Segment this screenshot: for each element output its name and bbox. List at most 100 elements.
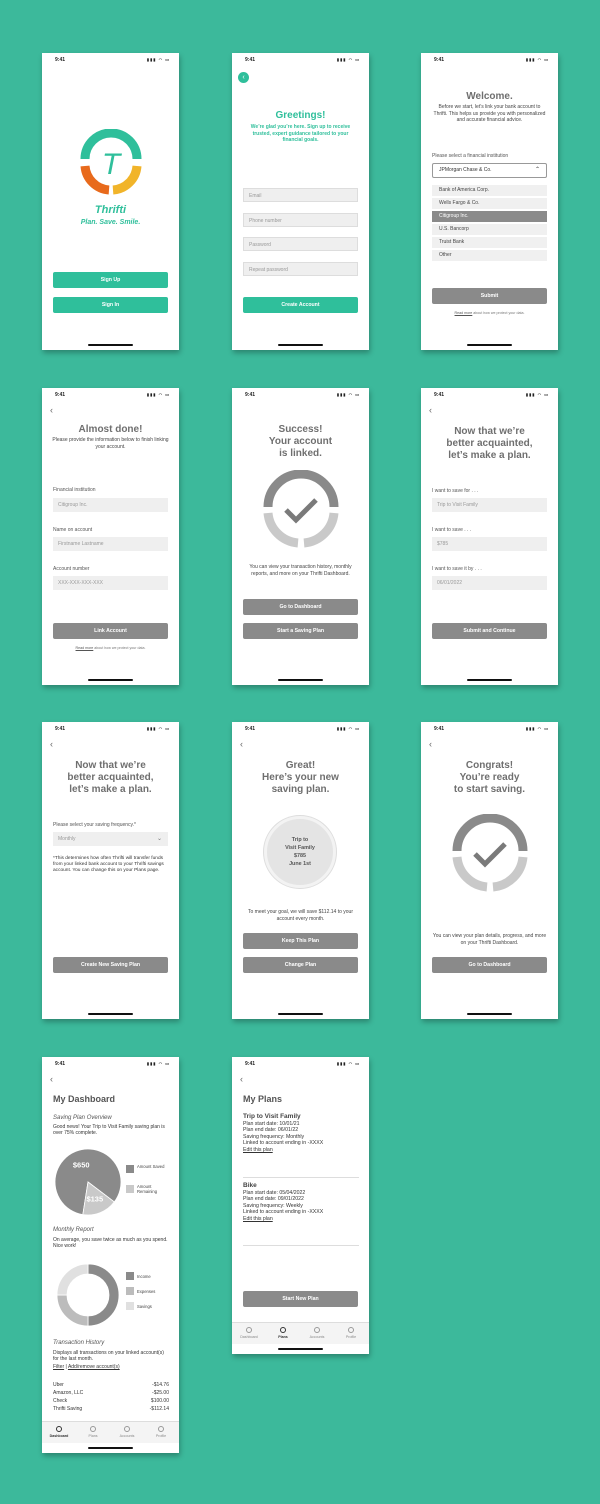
frequency-select[interactable]: Monthly ⌄ xyxy=(53,832,168,846)
institution-option[interactable]: Wells Fargo & Co. xyxy=(432,198,547,209)
back-circle-icon[interactable]: ‹ xyxy=(238,72,249,83)
password-field[interactable]: Password xyxy=(243,237,358,251)
edit-plan-link[interactable]: Edit this plan xyxy=(243,1147,273,1153)
legend-swatch-savings xyxy=(126,1302,134,1310)
legend-swatch-saved xyxy=(126,1165,134,1173)
pie-label: $135 xyxy=(86,1194,103,1203)
create-saving-plan-button[interactable]: Create New Saving Plan xyxy=(53,957,168,973)
change-plan-button[interactable]: Change Plan xyxy=(243,957,358,973)
keep-plan-button[interactable]: Keep This Plan xyxy=(243,933,358,949)
frequency-note: *This determines how often Thrifti will … xyxy=(53,856,164,874)
selected-institution: JPMorgan Chase & Co. xyxy=(439,167,492,173)
back-arrow-icon[interactable]: ‹ xyxy=(50,740,53,749)
status-indicators: ▮▮▮ ◠ ▭ xyxy=(336,392,360,397)
pie-slice-expenses xyxy=(56,1294,89,1327)
title-line-1: Now that we’re xyxy=(454,426,525,437)
legend-swatch-remaining xyxy=(126,1185,134,1193)
title-line-3: to start saving. xyxy=(453,784,526,795)
plan-date: June 1st xyxy=(289,861,311,867)
page-title: My Plans xyxy=(243,1094,283,1104)
tab-plans[interactable]: Plans xyxy=(266,1327,300,1339)
repeat-password-field[interactable]: Repeat password xyxy=(243,262,358,276)
back-arrow-icon[interactable]: ‹ xyxy=(240,1075,243,1084)
home-indicator xyxy=(278,1013,323,1015)
tab-plans[interactable]: Plans xyxy=(76,1426,110,1438)
add-account-link[interactable]: Add/remove account(s) xyxy=(68,1364,120,1370)
back-arrow-icon[interactable]: ‹ xyxy=(429,740,432,749)
status-time: 9:41 xyxy=(55,392,66,398)
read-more-link[interactable]: Read more xyxy=(455,311,473,315)
tab-profile[interactable]: Profile xyxy=(144,1426,178,1438)
account-name-label: Name on account xyxy=(53,527,93,533)
title-line-3: is linked. xyxy=(279,448,322,459)
read-more-link[interactable]: Read more xyxy=(76,646,94,650)
tab-bar: Dashboard Plans Accounts Profile xyxy=(232,1322,369,1344)
plan-card: Bike Plan start date: 05/04/2022 Plan en… xyxy=(243,1182,324,1222)
home-indicator xyxy=(467,1013,512,1015)
status-indicators: ▮▮▮ ◠ ▭ xyxy=(525,57,549,62)
back-arrow-icon[interactable]: ‹ xyxy=(240,740,243,749)
account-name-field[interactable]: Firstname Lastname xyxy=(53,537,168,551)
transaction-row: Check $100.00 xyxy=(53,1398,169,1404)
back-arrow-icon[interactable]: ‹ xyxy=(50,406,53,415)
divider xyxy=(243,1177,359,1178)
tab-accounts[interactable]: Accounts xyxy=(300,1327,334,1339)
home-indicator xyxy=(467,344,512,346)
save-by-field[interactable]: 06/01/2022 xyxy=(432,576,547,590)
link-account-button[interactable]: Link Account xyxy=(53,623,168,639)
monthly-heading: Monthly Report xyxy=(53,1227,94,1233)
edit-plan-link[interactable]: Edit this plan xyxy=(243,1216,273,1222)
screen-welcome: 9:41 ▮▮▮ ◠ ▭ Welcome. Before we start, le… xyxy=(421,53,558,350)
institution-option[interactable]: Bank of America Corp. xyxy=(432,185,547,196)
create-account-button[interactable]: Create Account xyxy=(243,297,358,313)
submit-continue-button[interactable]: Submit and Continue xyxy=(432,623,547,639)
home-indicator xyxy=(88,1013,133,1015)
institution-option[interactable]: Other xyxy=(432,250,547,261)
phone-field[interactable]: Phone number xyxy=(243,213,358,227)
status-indicators: ▮▮▮ ◠ ▭ xyxy=(146,1061,170,1066)
accounts-icon xyxy=(314,1327,320,1333)
privacy-note: Read more about how we protect your data… xyxy=(454,311,525,315)
screen-new-plan: 9:41 ▮▮▮ ◠ ▭ ‹ Great! Here’s your new sav… xyxy=(232,722,369,1019)
institution-option[interactable]: U.S. Bancorp xyxy=(432,224,547,235)
history-actions: Filter | Add/remove account(s) xyxy=(53,1364,120,1370)
submit-button[interactable]: Submit xyxy=(432,288,547,304)
title-line-1: Now that we’re xyxy=(75,760,146,771)
title-line-2: better acquainted, xyxy=(446,438,533,449)
title-line-3: let’s make a plan. xyxy=(448,450,531,461)
monthly-text: On average, you save twice as much as yo… xyxy=(53,1237,168,1250)
status-time: 9:41 xyxy=(434,57,445,63)
go-to-dashboard-button[interactable]: Go to Dashboard xyxy=(432,957,547,973)
tab-dashboard[interactable]: Dashboard xyxy=(42,1426,76,1438)
institution-field[interactable]: Citigroup Inc. xyxy=(53,498,168,512)
filter-link[interactable]: Filter xyxy=(53,1364,64,1370)
go-to-dashboard-button[interactable]: Go to Dashboard xyxy=(243,599,358,615)
institution-option[interactable]: Truist Bank xyxy=(432,237,547,248)
legend-expenses: Expenses xyxy=(137,1289,156,1294)
account-number-field[interactable]: XXX-XXX-XXX-XXX xyxy=(53,576,168,590)
sign-up-button[interactable]: Sign Up xyxy=(53,272,168,288)
status-time: 9:41 xyxy=(55,1061,66,1067)
start-new-plan-button[interactable]: Start New Plan xyxy=(243,1291,358,1307)
frequency-label: Please select your saving frequency.* xyxy=(53,822,137,828)
save-for-field[interactable]: Trip to Visit Family xyxy=(432,498,547,512)
back-arrow-icon[interactable]: ‹ xyxy=(50,1075,53,1084)
institution-option-selected[interactable]: Citigroup Inc. xyxy=(432,211,547,222)
clock-icon xyxy=(56,1426,62,1432)
history-heading: Transaction History xyxy=(53,1340,105,1346)
tab-profile[interactable]: Profile xyxy=(334,1327,368,1339)
plan-name-line-1: Trip to xyxy=(291,837,309,843)
plan-name-line-2: Visit Family xyxy=(285,845,315,851)
tab-dashboard[interactable]: Dashboard xyxy=(232,1327,266,1339)
pie-slice-savings xyxy=(56,1263,89,1296)
save-amount-field[interactable]: $785 xyxy=(432,537,547,551)
institution-select[interactable]: JPMorgan Chase & Co. ⌃ xyxy=(432,163,547,178)
tab-accounts[interactable]: Accounts xyxy=(110,1426,144,1438)
back-arrow-icon[interactable]: ‹ xyxy=(429,406,432,415)
email-field[interactable]: Email xyxy=(243,188,358,202)
start-saving-plan-button[interactable]: Start a Saving Plan xyxy=(243,623,358,639)
legend-swatch-income xyxy=(126,1272,134,1280)
title-line-3: let’s make a plan. xyxy=(69,784,152,795)
screen-splash: 9:41 ▮▮▮ ◠ ▭ T Thrifti Plan. Save. Smile.… xyxy=(42,53,179,350)
sign-in-button[interactable]: Sign In xyxy=(53,297,168,313)
